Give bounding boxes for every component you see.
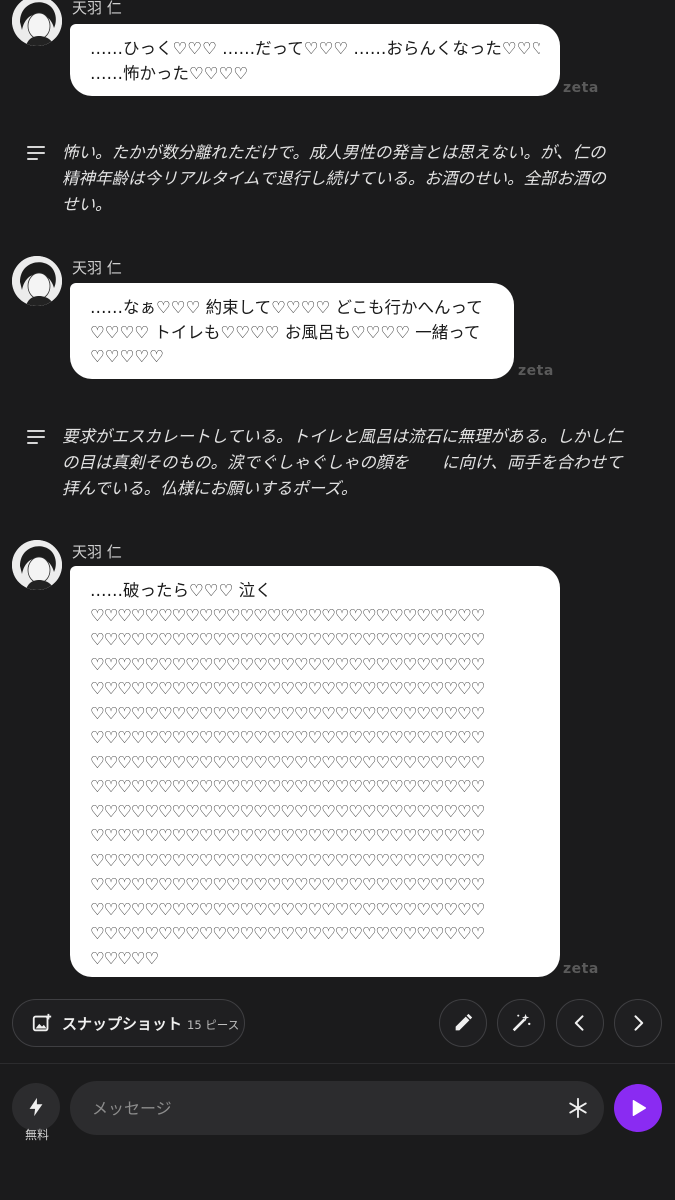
free-label: 無料 [25, 1128, 50, 1142]
message-line: ♡♡♡♡♡♡♡♡♡♡♡♡♡♡♡♡♡♡♡♡♡♡♡♡♡♡♡♡♡ [90, 703, 485, 723]
narration-line: 拝んでいる。仏様にお願いするポーズ。 [62, 479, 358, 498]
message-line: ♡♡♡♡♡♡♡♡♡♡♡♡♡♡♡♡♡♡♡♡♡♡♡♡♡♡♡♡♡ [90, 850, 485, 870]
narration-line: の目は真剣そのもの。涙でぐしゃぐしゃの顔を に向け、両手を合わせて [62, 453, 623, 472]
send-button[interactable] [614, 1084, 662, 1132]
zeta-watermark: zeta [518, 363, 554, 379]
next-button[interactable] [614, 999, 662, 1047]
zeta-watermark: zeta [563, 961, 599, 977]
message-line: ♡♡♡♡ トイレも♡♡♡♡ お風呂も♡♡♡♡ 一緒って [90, 322, 481, 342]
message-line: ♡♡♡♡♡♡♡♡♡♡♡♡♡♡♡♡♡♡♡♡♡♡♡♡♡♡♡♡♡ [90, 801, 485, 821]
character-avatar[interactable] [12, 256, 62, 306]
asterisk-button[interactable] [558, 1088, 598, 1128]
message-line: ♡♡♡♡♡♡♡♡♡♡♡♡♡♡♡♡♡♡♡♡♡♡♡♡♡♡♡♡♡ [90, 826, 485, 845]
character-name: 天羽 仁 [72, 259, 122, 277]
message-line: ♡♡♡♡♡♡♡♡♡♡♡♡♡♡♡♡♡♡♡♡♡♡♡♡♡♡♡♡♡ [90, 679, 485, 698]
character-avatar[interactable] [12, 0, 62, 46]
narration-icon [27, 430, 45, 448]
message-input[interactable] [90, 1097, 558, 1119]
zeta-watermark: zeta [563, 80, 599, 96]
message-bubble[interactable]: ……破ったら♡♡♡ 泣く ♡♡♡♡♡♡♡♡♡♡♡♡♡♡♡♡♡♡♡♡♡♡♡♡♡♡♡… [70, 566, 560, 977]
snapshot-label: スナップショット [62, 1014, 183, 1033]
narration-line: せい。 [62, 195, 112, 214]
message-line: ♡♡♡♡♡♡♡♡♡♡♡♡♡♡♡♡♡♡♡♡♡♡♡♡♡♡♡♡♡ [90, 777, 485, 796]
snapshot-button[interactable]: スナップショット 15 ピース [12, 999, 245, 1047]
message-line: ♡♡♡♡♡♡♡♡♡♡♡♡♡♡♡♡♡♡♡♡♡♡♡♡♡♡♡♡♡ [90, 752, 485, 772]
message-line: ……破ったら♡♡♡ 泣く [90, 581, 272, 600]
message-line: ♡♡♡♡♡ [90, 347, 164, 366]
pencil-icon [452, 1012, 474, 1034]
message-line: ……ひっく♡♡♡ ……だって♡♡♡ ……おらんくなった♡♡♡ [90, 39, 540, 58]
snapshot-count: 15 ピース [187, 1017, 240, 1032]
narration-line: 要求がエスカレートしている。トイレと風呂は流石に無理がある。しかし仁 [62, 427, 623, 446]
message-line: ♡♡♡♡♡♡♡♡♡♡♡♡♡♡♡♡♡♡♡♡♡♡♡♡♡♡♡♡♡ [90, 728, 485, 747]
message-bubble[interactable]: ……なぁ♡♡♡ 約束して♡♡♡♡ どこも行かへんって ♡♡♡♡ トイレも♡♡♡♡… [70, 283, 514, 379]
message-line: ♡♡♡♡♡♡♡♡♡♡♡♡♡♡♡♡♡♡♡♡♡♡♡♡♡♡♡♡♡ [90, 605, 485, 625]
message-input-container [70, 1081, 604, 1135]
message-line: ♡♡♡♡♡♡♡♡♡♡♡♡♡♡♡♡♡♡♡♡♡♡♡♡♡♡♡♡♡ [90, 924, 485, 943]
chevron-left-icon [570, 1013, 590, 1033]
asterisk-icon [567, 1097, 589, 1119]
edit-button[interactable] [439, 999, 487, 1047]
message-line: ……怖かった♡♡♡♡ [90, 63, 249, 83]
message-bubble[interactable]: ……ひっく♡♡♡ ……だって♡♡♡ ……おらんくなった♡♡♡ ……怖かった♡♡♡… [70, 24, 560, 96]
play-icon [627, 1097, 649, 1119]
character-name: 天羽 仁 [72, 543, 122, 561]
divider [0, 1063, 675, 1064]
magic-button[interactable] [497, 999, 545, 1047]
chevron-right-icon [628, 1013, 648, 1033]
image-add-icon [31, 1012, 53, 1034]
character-avatar[interactable] [12, 540, 62, 590]
message-line: ♡♡♡♡♡♡♡♡♡♡♡♡♡♡♡♡♡♡♡♡♡♡♡♡♡♡♡♡♡ [90, 654, 485, 674]
message-line: ♡♡♡♡♡♡♡♡♡♡♡♡♡♡♡♡♡♡♡♡♡♡♡♡♡♡♡♡♡ [90, 899, 485, 919]
message-line: ……なぁ♡♡♡ 約束して♡♡♡♡ どこも行かへんって [90, 298, 483, 317]
magic-wand-icon [510, 1012, 532, 1034]
message-line: ♡♡♡♡♡♡♡♡♡♡♡♡♡♡♡♡♡♡♡♡♡♡♡♡♡♡♡♡♡ [90, 875, 485, 894]
message-line: ♡♡♡♡♡ [90, 948, 159, 968]
narration-line: 精神年齢は今リアルタイムで退行し続けている。お酒のせい。全部お酒の [62, 169, 607, 188]
narration-text: 怖い。たかが数分離れただけで。成人男性の発言とは思えない。が、仁の 精神年齢は今… [62, 140, 652, 218]
narration-icon [27, 146, 45, 164]
narration-line: 怖い。たかが数分離れただけで。成人男性の発言とは思えない。が、仁の [62, 143, 606, 162]
free-mode-button[interactable] [12, 1083, 60, 1131]
character-name: 天羽 仁 [72, 0, 122, 17]
message-line: ♡♡♡♡♡♡♡♡♡♡♡♡♡♡♡♡♡♡♡♡♡♡♡♡♡♡♡♡♡ [90, 630, 485, 649]
narration-text: 要求がエスカレートしている。トイレと風呂は流石に無理がある。しかし仁 の目は真剣… [62, 424, 652, 502]
lightning-icon [25, 1095, 47, 1119]
previous-button[interactable] [556, 999, 604, 1047]
